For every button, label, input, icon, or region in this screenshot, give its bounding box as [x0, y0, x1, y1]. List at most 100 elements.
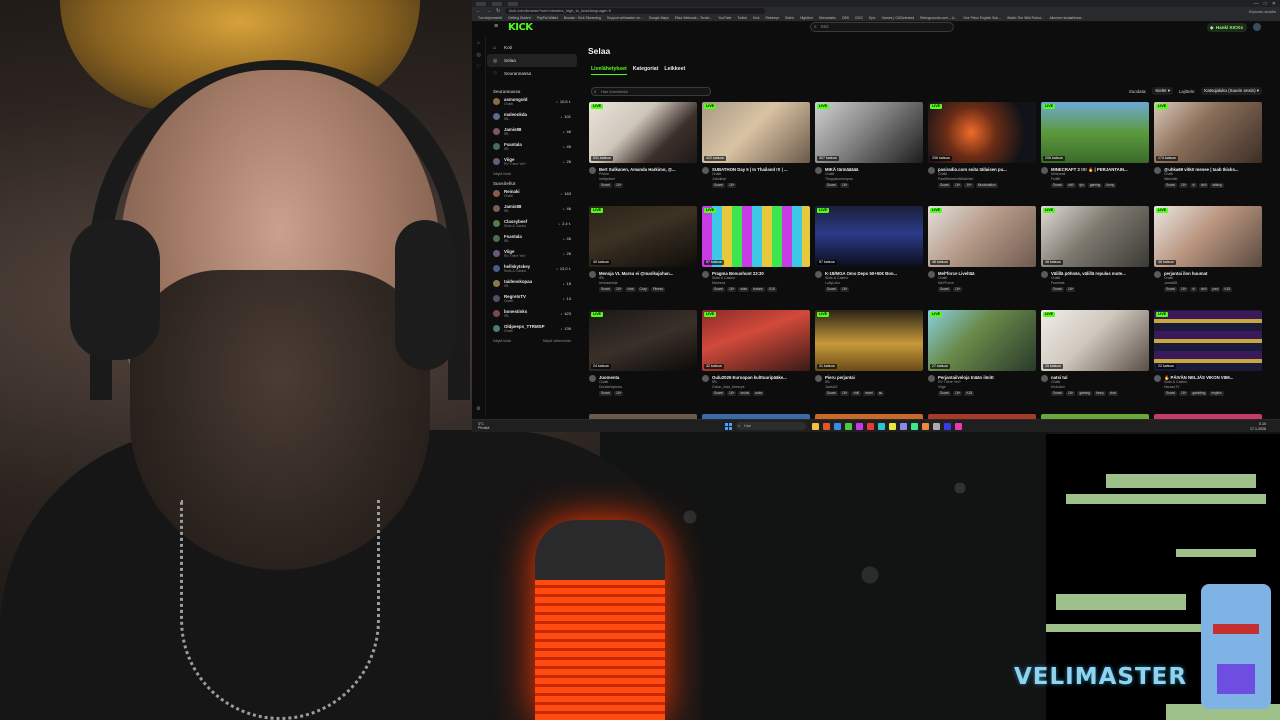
streamer-name[interactable]: KickJami — [1051, 385, 1147, 390]
avatar[interactable] — [928, 271, 935, 278]
tag-search-input[interactable]: ⌕ Hae tunnisteita — [591, 87, 711, 96]
tag-chip[interactable]: slots — [738, 287, 750, 292]
bookmark-item[interactable]: Streamlabs — [819, 15, 836, 21]
taskbar-app-icon[interactable] — [867, 423, 874, 430]
tag-chip[interactable]: irl — [1190, 183, 1197, 188]
tag-chip[interactable]: au — [876, 391, 885, 396]
stream-card[interactable]: LIVE 31 katsoa Pieru perjantai IRL Jaotu02 Su… — [815, 310, 923, 414]
tag-chip[interactable]: K18 — [766, 287, 777, 292]
tag-chip[interactable]: english — [1209, 391, 1224, 396]
avatar[interactable] — [928, 167, 935, 174]
taskbar-app-icon[interactable] — [845, 423, 852, 430]
bookmark-item[interactable]: Aikuinen sivutallenne... — [1050, 15, 1085, 21]
stream-thumbnail[interactable]: LIVE 206 katsoa — [1041, 102, 1149, 163]
streamer-name[interactable]: PasiWhereIsItWatchen — [938, 177, 1034, 182]
tag-chip[interactable]: 18+ — [614, 183, 624, 188]
taskbar-app-icon[interactable] — [911, 423, 918, 430]
browser-tab[interactable] — [492, 1, 502, 6]
taskbar-app-icon[interactable] — [944, 423, 951, 430]
streamer-name[interactable]: Jamis88 — [1164, 281, 1260, 286]
tag-chip[interactable]: Cozy — [637, 287, 649, 292]
bookmark-item[interactable]: Botrix — [785, 15, 794, 21]
tag-chip[interactable]: 18+ — [953, 183, 963, 188]
tag-chip[interactable]: Suomi — [938, 183, 952, 188]
tag-chip[interactable]: chill — [1198, 287, 1209, 292]
tag-chip[interactable]: Suomi — [599, 183, 613, 188]
stream-card[interactable]: LIVE 46 katsoa Mel*force Liveltää Chatti Mel… — [928, 206, 1036, 310]
tag-chip[interactable]: 18+ — [953, 391, 963, 396]
reload-icon[interactable]: ↻ — [496, 8, 500, 14]
bookmark-item[interactable]: Kick — [753, 15, 759, 21]
tag-chip[interactable]: gaming — [1077, 391, 1092, 396]
tag-chip[interactable]: Suomi — [599, 391, 613, 396]
tag-chip[interactable]: 18+ — [1066, 391, 1076, 396]
tag-chip[interactable]: fps — [1077, 183, 1086, 188]
bookmark-item[interactable]: Retrogrounds.com – Li... — [920, 15, 957, 21]
taskbar-app-icon[interactable] — [900, 423, 907, 430]
bookmark-item[interactable]: GOG — [855, 15, 863, 21]
tab-clips[interactable]: Leikkeet — [664, 66, 685, 75]
tag-chip[interactable]: Suomi — [1164, 391, 1178, 396]
sidebar-channel[interactable]: FsantalaIRL 45 — [487, 231, 577, 246]
taskbar-search[interactable]: ⌕ Hae — [736, 422, 806, 430]
stream-card[interactable]: LIVE 307 katsoa MIKÄ tärmäääää Chatti Tirspp… — [815, 102, 923, 206]
avatar[interactable] — [815, 271, 822, 278]
bookmark-item[interactable]: Twitch — [737, 15, 747, 21]
stream-thumbnail[interactable]: LIVE 174 katsoa — [1154, 102, 1262, 163]
taskbar-app-icon[interactable] — [812, 423, 819, 430]
tag-chip[interactable]: Fitness — [650, 287, 666, 292]
tag-chip[interactable]: irl — [1190, 287, 1197, 292]
tab-livestreams[interactable]: Livelähetykset — [591, 66, 627, 75]
tag-chip[interactable]: Suomi — [1164, 287, 1178, 292]
avatar[interactable] — [1154, 271, 1161, 278]
sidebar-channel[interactable]: ViigeRV There Yet? 26 — [487, 154, 577, 169]
taskbar-app-icon[interactable] — [889, 423, 896, 430]
streamer-name[interactable]: Ilkkimäki — [1164, 177, 1260, 182]
avatar[interactable] — [815, 375, 822, 382]
tag-chip[interactable]: 18+ — [840, 287, 850, 292]
streamer-name[interactable]: Dundertopinka — [599, 385, 695, 390]
stream-thumbnail[interactable]: LIVE 206 katsoa — [928, 102, 1036, 163]
streamer-name[interactable]: HarassTV — [1164, 385, 1260, 390]
bookmark-item[interactable]: PayPal Wallet — [537, 15, 558, 21]
tag-chip[interactable]: 18+ — [727, 287, 737, 292]
tag-chip[interactable]: Suomi — [1051, 287, 1065, 292]
back-icon[interactable]: ← — [476, 8, 481, 14]
streamer-name[interactable]: LuilyLuku — [825, 281, 921, 286]
bookmark-item[interactable]: Games | GGDetected — [882, 15, 915, 21]
avatar[interactable] — [1041, 375, 1048, 382]
streamer-name[interactable]: recloseinkia — [599, 281, 695, 286]
stream-thumbnail[interactable]: LIVE 57 katsoa — [815, 206, 923, 267]
tag-chip[interactable]: Suomi — [825, 287, 839, 292]
sidebar-channel[interactable]: ReinakiChatti 163 — [487, 186, 577, 201]
taskbar-app-icon[interactable] — [856, 423, 863, 430]
tag-chip[interactable]: Suomi — [938, 287, 952, 292]
streamer-name[interactable]: Fullifit — [1051, 177, 1147, 182]
bookmark-item[interactable]: YouTube — [718, 15, 731, 21]
tag-chip[interactable]: Suomi — [1051, 391, 1065, 396]
stream-thumbnail[interactable]: LIVE 24 katsoa — [589, 310, 697, 371]
tab-categories[interactable]: Kategoriat — [633, 66, 659, 75]
streamer-name[interactable]: Mrkesva — [712, 281, 808, 286]
tag-chip[interactable]: gaming — [1087, 183, 1103, 188]
stream-thumbnail[interactable]: LIVE 27 katsoa — [928, 310, 1036, 371]
sidebar-channel[interactable]: asmongoldChatti 10,5 t. — [487, 94, 577, 109]
tag-chip[interactable]: funny — [1104, 183, 1117, 188]
tag-chip[interactable]: Suomi — [599, 287, 613, 292]
sidebar-channel[interactable]: Oldpeeps_TTRMSPChatti 139 — [487, 321, 577, 336]
tag-chip[interactable]: 18+ — [840, 391, 850, 396]
stream-card[interactable]: LIVE 24 katsoa Juomenta Chatti Dundertopinka… — [589, 310, 697, 414]
show-more-following[interactable]: Näytä lisää — [487, 169, 577, 179]
sidebar-channel[interactable]: RegretsTVChatti 13 — [487, 291, 577, 306]
tag-chip[interactable]: gambling — [1190, 391, 1208, 396]
sidebar-channel[interactable]: Jamis88IRL 46 — [487, 201, 577, 216]
stream-thumbnail[interactable]: LIVE 40 katsoa — [589, 206, 697, 267]
stream-thumbnail[interactable]: LIVE 97 katsoa — [702, 206, 810, 267]
tag-chip[interactable]: 18+ — [614, 391, 624, 396]
stream-card[interactable]: LIVE 48 katsoa perjantai ilon huumat Chatti… — [1154, 206, 1262, 310]
tag-chip[interactable]: K18 — [1222, 287, 1233, 292]
taskbar-app-icon[interactable] — [878, 423, 885, 430]
tag-chip[interactable]: 18+ — [1179, 183, 1189, 188]
streamer-name[interactable]: Jutunikai — [712, 177, 808, 182]
stream-thumbnail[interactable]: LIVE 422 katsoa — [702, 102, 810, 163]
